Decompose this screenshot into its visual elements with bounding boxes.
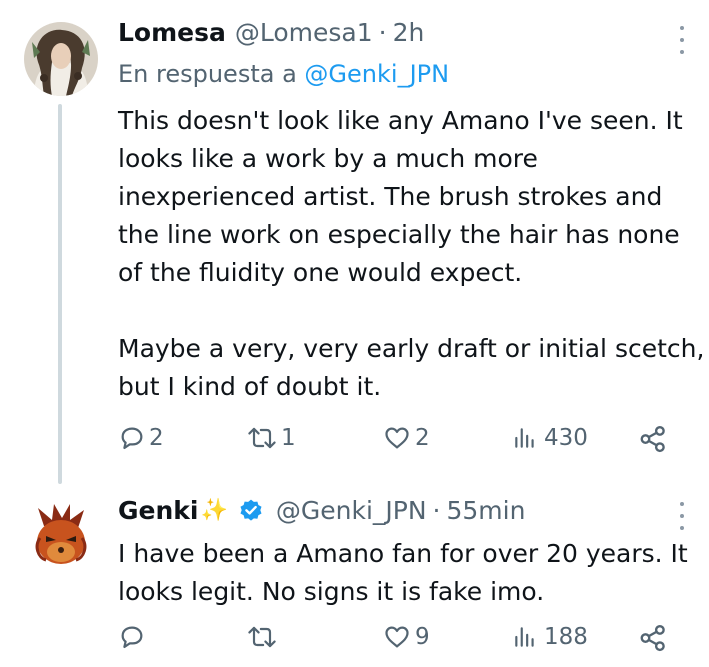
views-button[interactable]: 188: [512, 623, 588, 651]
reply-icon: [121, 427, 143, 450]
timestamp[interactable]: 55min: [447, 496, 526, 525]
more-icon: [680, 26, 684, 30]
repost-button[interactable]: 1: [246, 424, 296, 452]
text-line: the line work on especially the hair has…: [118, 220, 680, 249]
user-handle[interactable]: @Lomesa1: [235, 18, 373, 47]
like-count: 9: [415, 624, 430, 650]
display-name[interactable]: Lomesa: [118, 18, 226, 47]
tweet-text: This doesn't look like any Amano I've se…: [118, 102, 705, 406]
views-icon: [515, 428, 534, 448]
reply-icon: [121, 626, 143, 649]
text-line: looks like a work by a much more: [118, 144, 538, 173]
profile-avatar-icon: [24, 22, 98, 96]
user-handle[interactable]: @Genki_JPN: [276, 496, 427, 525]
tweet-header: Genki ✨ @Genki_JPN · 55min: [118, 496, 525, 525]
text-line: This doesn't look like any Amano I've se…: [118, 106, 683, 135]
text-line: but I kind of doubt it.: [118, 372, 382, 401]
replying-to: En respuesta a @Genki_JPN: [118, 60, 449, 88]
tweet-actions: 9 188: [118, 623, 678, 659]
repost-button[interactable]: [246, 623, 281, 651]
like-button[interactable]: 2: [382, 424, 430, 452]
share-icon: [640, 425, 665, 453]
views-button[interactable]: 430: [512, 424, 588, 452]
tweet-text: I have been a Amano fan for over 20 year…: [118, 535, 698, 611]
separator-dot: ·: [432, 496, 441, 525]
timestamp[interactable]: 2h: [393, 18, 425, 47]
like-button[interactable]: 9: [382, 623, 430, 651]
text-line: looks legit. No signs it is fake imo.: [118, 577, 545, 606]
repost-icon: [248, 427, 276, 449]
repost-count: 1: [281, 425, 296, 451]
like-count: 2: [415, 425, 430, 451]
text-line: I have been a Amano fan for over 20 year…: [118, 539, 688, 568]
more-options-button[interactable]: [675, 502, 689, 530]
tweet-lomesa[interactable]: Lomesa @Lomesa1 · 2h En respuesta a @Gen…: [0, 0, 709, 484]
reply-mention-link[interactable]: @Genki_JPN: [304, 60, 449, 88]
text-line: of the fluidity one would expect.: [118, 258, 523, 287]
views-count: 188: [544, 624, 588, 650]
more-options-button[interactable]: [675, 26, 689, 54]
share-icon: [640, 624, 665, 652]
profile-avatar-icon: [24, 498, 98, 572]
separator-dot: ·: [378, 18, 387, 47]
views-count: 430: [544, 425, 588, 451]
repost-icon: [248, 626, 276, 648]
reply-button[interactable]: [118, 623, 149, 651]
views-icon: [515, 627, 534, 647]
avatar-genki[interactable]: [24, 498, 98, 572]
reply-prefix: En respuesta a: [118, 60, 297, 88]
reply-count: 2: [149, 425, 164, 451]
thread-connector-line: [58, 104, 62, 484]
more-icon: [680, 502, 684, 506]
tweet-actions: 2 1 2 430: [118, 424, 678, 460]
like-icon: [385, 626, 409, 648]
tweet-genki[interactable]: Genki ✨ @Genki_JPN · 55min I have been a…: [0, 480, 709, 667]
like-icon: [385, 427, 409, 449]
text-line: inexperienced artist. The brush strokes …: [118, 182, 663, 211]
reply-button[interactable]: 2: [118, 424, 164, 452]
display-name[interactable]: Genki: [118, 496, 198, 525]
share-button[interactable]: [638, 623, 668, 653]
avatar-lomesa[interactable]: [24, 22, 98, 96]
tweet-header: Lomesa @Lomesa1 · 2h: [118, 18, 424, 47]
name-emoji: ✨: [200, 498, 228, 523]
verified-badge-icon[interactable]: [238, 498, 264, 524]
share-button[interactable]: [638, 424, 668, 454]
text-line: Maybe a very, very early draft or initia…: [118, 334, 705, 363]
